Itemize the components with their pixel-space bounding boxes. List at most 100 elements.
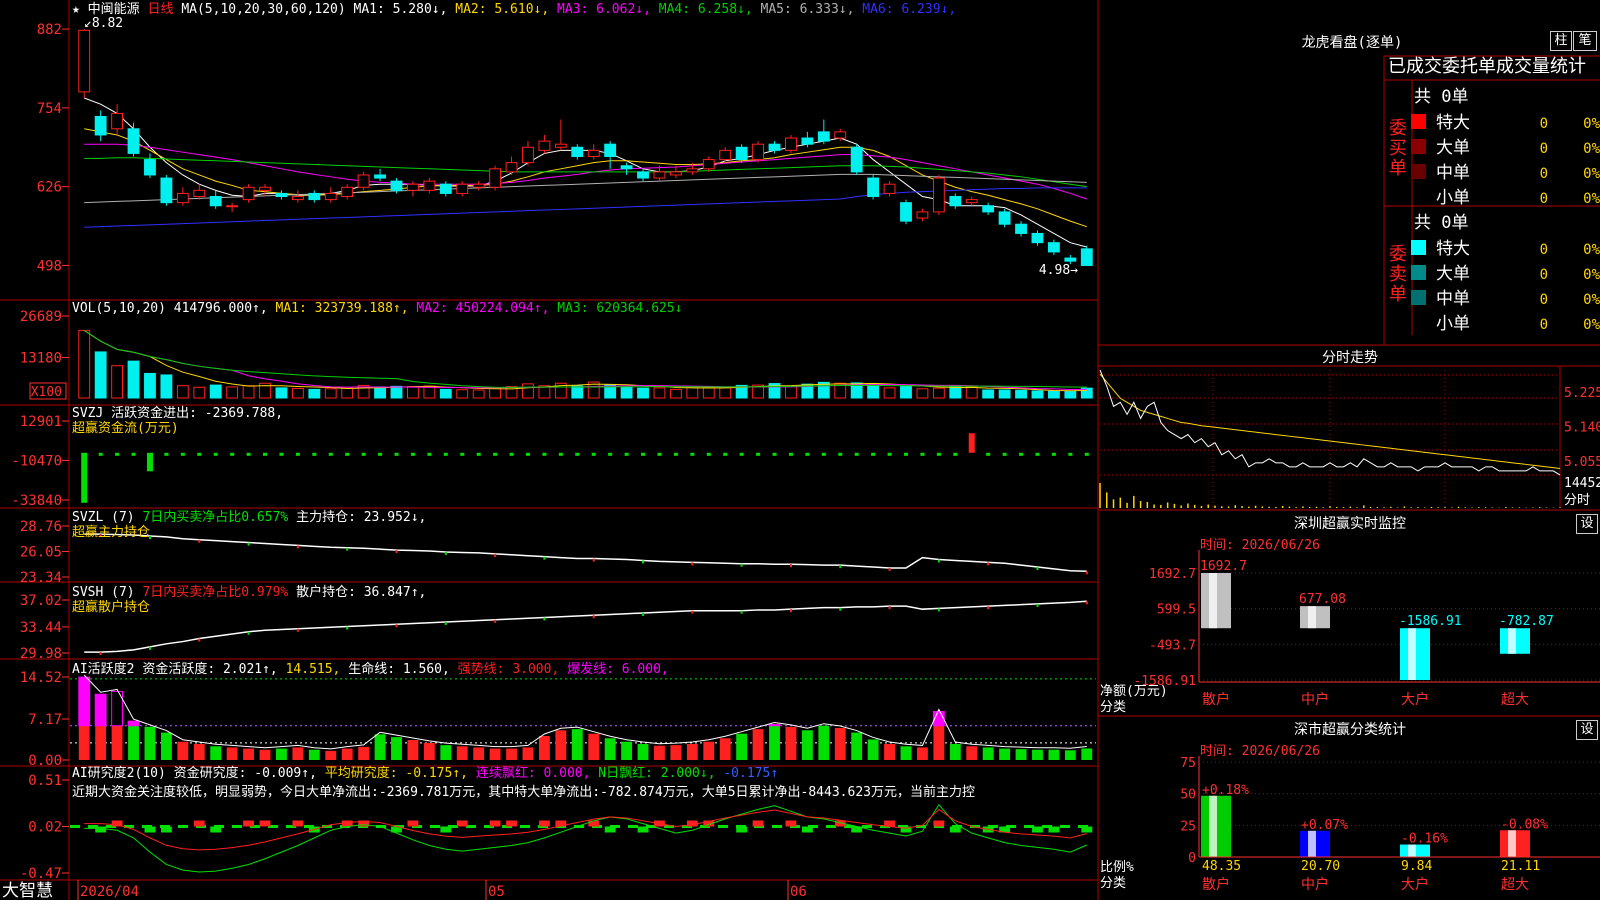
- candle[interactable]: [900, 202, 912, 222]
- volume-bar[interactable]: [374, 386, 386, 399]
- ai-research-bar[interactable]: [933, 820, 945, 827]
- candle[interactable]: [620, 165, 633, 170]
- svzj-bar[interactable]: [558, 452, 563, 456]
- volume-bar[interactable]: [1064, 391, 1077, 399]
- candle[interactable]: [456, 183, 469, 194]
- candle[interactable]: [357, 174, 370, 188]
- ai-active-bar[interactable]: [670, 745, 682, 760]
- svzj-bar[interactable]: [624, 452, 629, 456]
- svzj-bar[interactable]: [164, 452, 169, 456]
- svzj-bar[interactable]: [903, 452, 908, 456]
- volume-bar[interactable]: [176, 385, 189, 399]
- volume-bar[interactable]: [982, 389, 995, 399]
- volume-bar[interactable]: [620, 386, 633, 399]
- svzj-bar[interactable]: [263, 452, 268, 456]
- svzj-bar[interactable]: [443, 452, 448, 456]
- sz-monitor-settings-button[interactable]: 设: [1576, 514, 1598, 534]
- ai-active-bar[interactable]: [276, 748, 287, 760]
- ai-active-bar[interactable]: [571, 729, 583, 760]
- candle[interactable]: [127, 128, 140, 154]
- ai-active-bar[interactable]: [308, 749, 320, 760]
- svzj-bar[interactable]: [641, 452, 646, 456]
- volume-bar[interactable]: [637, 387, 649, 399]
- ai-research-bar[interactable]: [736, 826, 748, 833]
- candle[interactable]: [768, 143, 781, 151]
- candle[interactable]: [702, 159, 715, 170]
- ai-active-bar[interactable]: [933, 725, 945, 760]
- svzj-bar[interactable]: [871, 452, 876, 456]
- ai-active-bar[interactable]: [900, 746, 912, 760]
- volume-bar[interactable]: [932, 387, 945, 399]
- candle[interactable]: [637, 171, 649, 179]
- volume-bar[interactable]: [965, 386, 978, 399]
- svzj-bar[interactable]: [1051, 452, 1056, 456]
- volume-bar[interactable]: [1015, 389, 1027, 399]
- volume-bar[interactable]: [489, 387, 502, 399]
- candle[interactable]: [801, 137, 814, 145]
- svzj-bar[interactable]: [821, 452, 826, 456]
- ai-research-bar[interactable]: [440, 826, 452, 833]
- svzj-bar[interactable]: [81, 452, 88, 503]
- ai-research-bar[interactable]: [407, 820, 419, 827]
- candle[interactable]: [719, 149, 732, 161]
- volume-bar[interactable]: [522, 383, 534, 399]
- candle[interactable]: [571, 146, 584, 157]
- ai-active-bar[interactable]: [325, 750, 337, 760]
- volume-bar[interactable]: [390, 385, 403, 399]
- candle[interactable]: [1064, 257, 1077, 262]
- svzj-bar[interactable]: [542, 452, 547, 456]
- ai-active-bar[interactable]: [752, 729, 764, 760]
- ai-research-bar[interactable]: [1032, 826, 1043, 833]
- candle[interactable]: [554, 143, 567, 148]
- candle[interactable]: [604, 143, 617, 157]
- ai-research-bar[interactable]: [801, 826, 813, 833]
- svzj-bar[interactable]: [854, 452, 859, 456]
- volume-bar[interactable]: [669, 388, 682, 399]
- ai-active-bar[interactable]: [736, 733, 748, 760]
- candle[interactable]: [522, 146, 534, 164]
- volume-bar[interactable]: [193, 386, 206, 399]
- volume-bar[interactable]: [439, 388, 452, 399]
- ai-active-bar[interactable]: [128, 725, 139, 760]
- candle[interactable]: [78, 29, 91, 93]
- ai-active-bar[interactable]: [588, 733, 600, 760]
- ai-research-bar[interactable]: [193, 820, 205, 827]
- candle[interactable]: [390, 180, 403, 191]
- candle[interactable]: [291, 196, 304, 201]
- ai-active-bar[interactable]: [604, 738, 616, 760]
- ai-active-bar[interactable]: [555, 730, 567, 760]
- candle[interactable]: [259, 186, 271, 191]
- svzj-bar[interactable]: [591, 452, 596, 456]
- candle[interactable]: [144, 159, 156, 176]
- svzj-bar[interactable]: [1002, 452, 1007, 456]
- ai-active-bar[interactable]: [407, 739, 419, 760]
- candle[interactable]: [226, 205, 239, 208]
- ai-research-bar[interactable]: [210, 826, 222, 833]
- candle[interactable]: [998, 211, 1011, 225]
- volume-bar[interactable]: [291, 387, 304, 399]
- candle[interactable]: [489, 168, 502, 188]
- svzj-bar[interactable]: [146, 452, 153, 472]
- ai-active-bar[interactable]: [95, 725, 107, 760]
- candle[interactable]: [423, 180, 436, 191]
- volume-bar[interactable]: [308, 388, 321, 399]
- ai-research-bar[interactable]: [243, 820, 254, 827]
- volume-bar[interactable]: [341, 387, 354, 399]
- candle[interactable]: [752, 143, 764, 161]
- svzj-bar[interactable]: [1084, 452, 1089, 456]
- ai-active-bar[interactable]: [966, 746, 978, 760]
- ai-active-bar[interactable]: [341, 748, 353, 760]
- candle[interactable]: [916, 211, 929, 219]
- ai-research-bar[interactable]: [588, 820, 600, 827]
- svzj-bar[interactable]: [1035, 452, 1040, 456]
- candle[interactable]: [850, 146, 863, 173]
- volume-bar[interactable]: [456, 389, 469, 399]
- candle[interactable]: [1047, 242, 1060, 253]
- ai-active-bar[interactable]: [654, 745, 665, 760]
- ai-active-bar[interactable]: [1032, 749, 1043, 760]
- svzj-bar[interactable]: [788, 452, 793, 456]
- svzj-bar[interactable]: [887, 452, 892, 456]
- ai-active-bar[interactable]: [292, 747, 304, 760]
- svzj-bar[interactable]: [230, 452, 235, 456]
- ai-research-bar[interactable]: [506, 820, 517, 827]
